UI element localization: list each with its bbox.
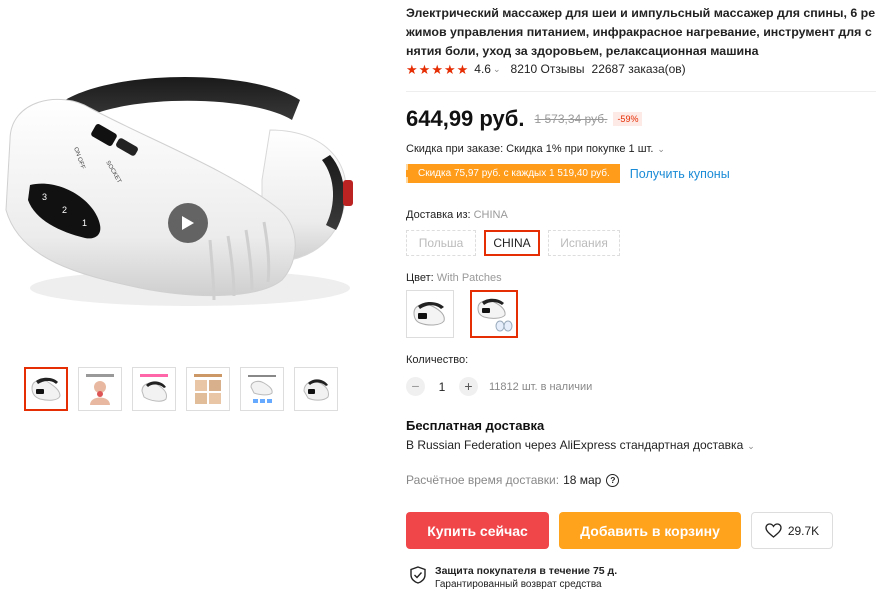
delivery-estimate: Расчётное время доставки: 18 мар ? <box>406 473 620 487</box>
free-shipping-title: Бесплатная доставка <box>406 418 545 433</box>
thumbnail-3[interactable] <box>132 367 176 411</box>
thumbnail-image <box>194 374 222 404</box>
original-price: 1 573,34 руб. <box>534 112 608 126</box>
color-option-1[interactable] <box>406 290 454 338</box>
thumbnail-4[interactable] <box>186 367 230 411</box>
ship-from-title: Доставка из: <box>406 209 471 221</box>
coupon-row: Скидка 75,97 руб. с каждых 1 519,40 руб.… <box>406 164 730 183</box>
wishlist-button[interactable]: 29.7K <box>751 512 833 549</box>
chevron-down-icon[interactable]: ⌄ <box>493 64 501 75</box>
thumbnail-image <box>140 374 168 402</box>
ship-option-poland[interactable]: Польша <box>406 230 476 256</box>
stock-count: 11812 шт. в наличии <box>489 380 593 393</box>
order-discount-text: Скидка при заказе: Скидка 1% при покупке… <box>406 143 654 155</box>
wishlist-count: 29.7K <box>787 523 820 538</box>
color-title: Цвет: <box>406 272 434 284</box>
mode-3-label: 3 <box>42 192 47 202</box>
buy-now-button[interactable]: Купить сейчас <box>406 512 549 549</box>
color-option-image <box>413 301 445 326</box>
mode-2-label: 2 <box>62 205 67 215</box>
thumbnail-5[interactable] <box>240 367 284 411</box>
heart-icon <box>765 523 782 538</box>
order-discount[interactable]: Скидка при заказе: Скидка 1% при покупке… <box>406 143 675 155</box>
protection-title: Защита покупателя в течение 75 д. <box>435 565 618 577</box>
star-icon: ★ <box>443 61 456 77</box>
quantity-label: Количество: <box>406 354 469 366</box>
ship-option-spain[interactable]: Испания <box>548 230 620 256</box>
discount-badge: -59% <box>613 112 643 126</box>
rating-row: ★ ★ ★ ★ ★ 4.6 ⌄ 8210 Отзывы 22687 заказа… <box>406 62 686 76</box>
color-options <box>406 290 518 338</box>
color-option-with-patches[interactable] <box>470 290 518 338</box>
play-video-button[interactable] <box>168 203 208 243</box>
thumbnail-2[interactable] <box>78 367 122 411</box>
add-to-cart-button[interactable]: Добавить в корзину <box>559 512 741 549</box>
ship-from-label: Доставка из: CHINA <box>406 209 508 221</box>
play-icon <box>182 216 194 230</box>
thumbnail-image <box>86 374 114 405</box>
star-icon: ★ <box>418 61 431 77</box>
product-title: Электрический массажер для шеи и импульс… <box>406 6 876 58</box>
color-label: Цвет: With Patches <box>406 272 502 284</box>
color-selected: With Patches <box>436 272 502 284</box>
thumbnail-6[interactable] <box>294 367 338 411</box>
rating-value[interactable]: 4.6 <box>474 62 491 76</box>
quantity-input[interactable]: 1 <box>425 380 459 394</box>
get-coupons-link[interactable]: Получить купоны <box>630 167 730 181</box>
divider <box>406 91 876 92</box>
thumbnail-image <box>248 375 276 403</box>
orders-count: 22687 заказа(ов) <box>591 62 686 76</box>
quantity-plus-button[interactable]: + <box>459 377 478 396</box>
chevron-down-icon: ⌄ <box>747 441 755 451</box>
action-buttons: Купить сейчас Добавить в корзину 29.7K <box>406 512 833 549</box>
star-icon: ★ <box>456 61 469 77</box>
shipping-method-text: В Russian Federation через AliExpress ст… <box>406 438 744 452</box>
shield-check-icon <box>410 566 426 589</box>
star-icon: ★ <box>431 61 443 77</box>
thumbnail-1[interactable] <box>24 367 68 411</box>
neck-massager-image: 3 2 1 ON OFF SOCKET <box>5 76 353 306</box>
buyer-protection: Защита покупателя в течение 75 д. Гарант… <box>410 565 617 591</box>
color-option-image <box>477 298 513 332</box>
ship-from-options: Польша CHINA Испания <box>406 230 620 256</box>
coupon-banner: Скидка 75,97 руб. с каждых 1 519,40 руб. <box>406 164 624 183</box>
mode-1-label: 1 <box>82 218 87 228</box>
quantity-stepper: − 1 + 11812 шт. в наличии <box>406 377 592 396</box>
main-product-image[interactable]: 3 2 1 ON OFF SOCKET <box>0 60 360 330</box>
thumbnail-image <box>303 379 329 401</box>
current-price: 644,99 руб. <box>406 106 525 131</box>
thumbnail-image <box>31 377 61 401</box>
ship-from-selected: CHINA <box>473 209 508 221</box>
rating-stars: ★ ★ ★ ★ ★ <box>406 63 468 76</box>
shipping-method[interactable]: В Russian Federation через AliExpress ст… <box>406 438 765 452</box>
thumbnail-strip <box>24 367 338 411</box>
protection-subtitle: Гарантированный возврат средства <box>435 579 602 590</box>
quantity-minus-button[interactable]: − <box>406 377 425 396</box>
star-icon: ★ <box>406 61 418 77</box>
chevron-down-icon: ⌄ <box>657 144 665 154</box>
help-icon[interactable]: ? <box>606 473 620 487</box>
price-row: 644,99 руб. 1 573,34 руб. -59% <box>406 106 643 132</box>
ship-option-china[interactable]: CHINA <box>484 230 540 256</box>
delivery-estimate-label: Расчётное время доставки: <box>406 473 560 487</box>
delivery-date: 18 мар <box>563 473 602 487</box>
reviews-link[interactable]: 8210 Отзывы <box>511 62 585 76</box>
